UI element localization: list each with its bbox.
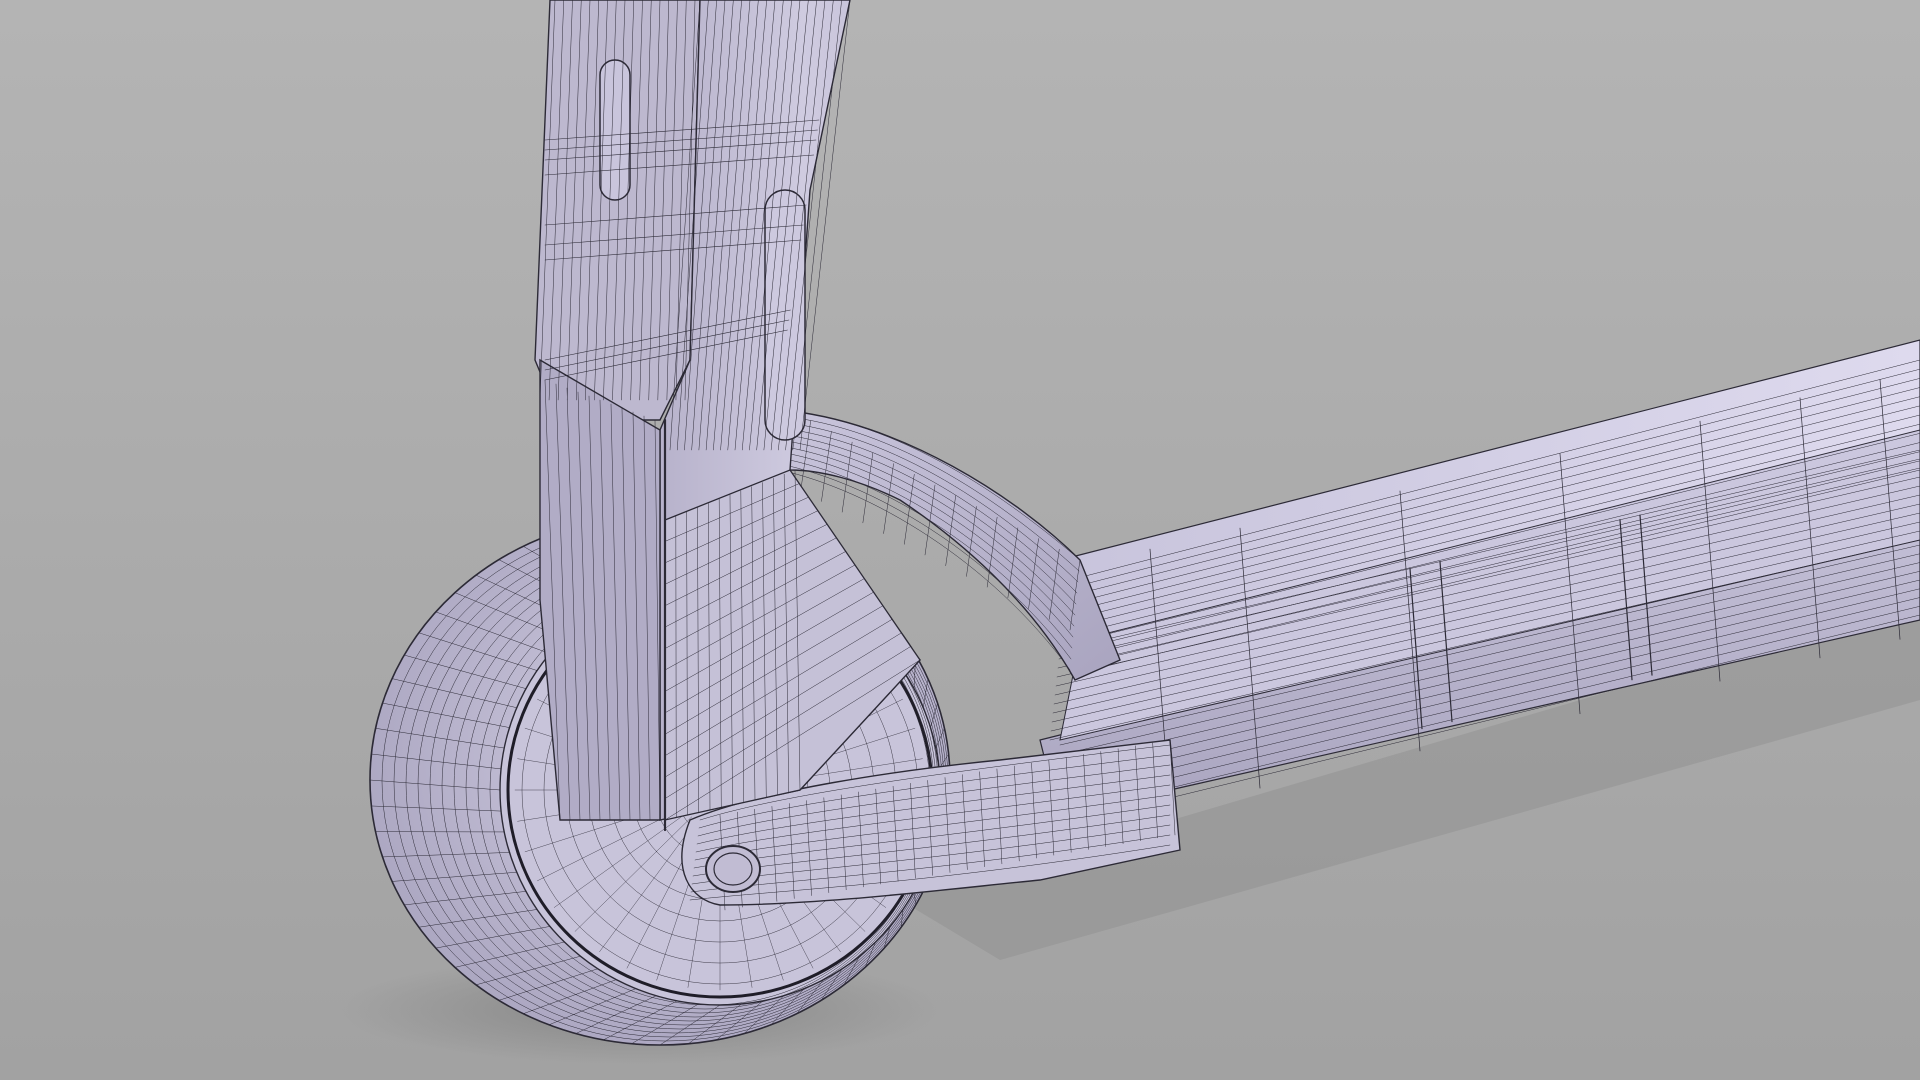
render-viewport xyxy=(0,0,1920,1080)
stem-slot-upper xyxy=(599,59,631,201)
stem-fork-plate xyxy=(539,358,661,821)
scene-svg xyxy=(0,0,1920,1080)
